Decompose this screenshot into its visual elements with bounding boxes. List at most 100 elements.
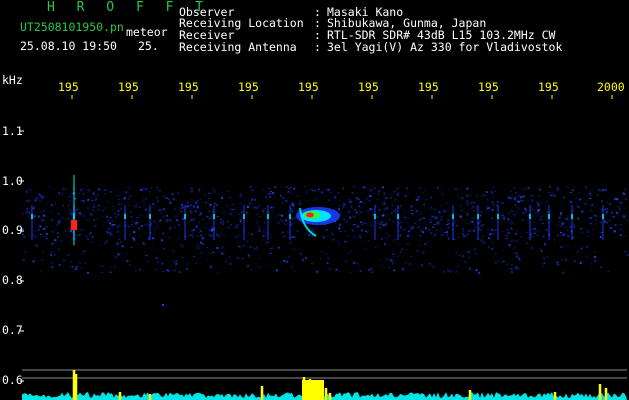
noise-speck	[474, 226, 477, 228]
noise-speck	[392, 250, 394, 252]
noise-speck	[269, 193, 272, 194]
noise-speck	[253, 206, 256, 209]
noise-speck	[494, 191, 497, 193]
noise-speck	[403, 228, 406, 231]
noise-speck	[496, 201, 499, 203]
noise-speck	[465, 200, 468, 202]
noise-speck	[34, 198, 37, 200]
noise-speck	[161, 262, 164, 265]
noise-speck	[293, 187, 296, 190]
ping-core	[289, 214, 291, 219]
noise-speck	[369, 189, 372, 192]
noise-speck	[281, 214, 284, 217]
noise-floor-trace	[22, 392, 627, 400]
noise-speck	[94, 199, 97, 202]
noise-speck	[522, 195, 525, 198]
noise-speck	[321, 191, 323, 194]
noise-speck	[144, 224, 147, 226]
noise-speck	[612, 215, 615, 218]
noise-speck	[115, 256, 118, 259]
noise-speck	[504, 226, 507, 228]
noise-speck	[506, 235, 509, 237]
noise-speck	[159, 219, 162, 222]
noise-speck	[241, 195, 244, 196]
ping-core	[477, 214, 479, 219]
noise-speck	[179, 208, 182, 210]
noise-speck	[522, 188, 525, 190]
noise-speck	[492, 233, 494, 235]
noise-speck	[79, 262, 82, 264]
noise-speck	[491, 209, 494, 211]
noise-speck	[466, 213, 469, 216]
noise-speck	[442, 211, 445, 213]
noise-speck	[506, 263, 509, 266]
noise-speck	[524, 207, 527, 210]
noise-speck	[538, 188, 541, 191]
noise-speck	[338, 223, 341, 226]
noise-speck	[533, 232, 536, 234]
noise-speck	[136, 217, 139, 219]
noise-speck	[287, 190, 290, 193]
noise-speck	[125, 253, 128, 255]
noise-speck	[226, 190, 229, 193]
noise-speck	[130, 221, 133, 222]
noise-speck	[440, 228, 443, 231]
noise-speck	[374, 246, 377, 248]
noise-speck	[94, 224, 97, 227]
noise-speck	[538, 230, 540, 233]
noise-speck	[117, 210, 120, 213]
noise-speck	[222, 212, 225, 213]
noise-speck	[536, 201, 539, 204]
noise-speck	[378, 259, 381, 261]
noise-speck	[595, 204, 598, 206]
noise-speck	[526, 232, 528, 234]
noise-speck	[210, 229, 213, 232]
noise-speck	[394, 209, 397, 211]
noise-speck	[107, 219, 109, 221]
noise-speck	[216, 247, 219, 249]
noise-speck	[173, 270, 176, 272]
noise-speck	[186, 263, 189, 265]
noise-speck	[589, 198, 592, 199]
noise-speck	[172, 260, 175, 262]
noise-speck	[87, 271, 89, 274]
noise-speck	[468, 267, 471, 270]
noise-speck	[53, 202, 56, 205]
noise-speck	[581, 210, 584, 213]
noise-speck	[470, 202, 473, 205]
noise-speck	[80, 213, 83, 216]
noise-speck	[453, 239, 456, 241]
noise-speck	[419, 213, 422, 215]
noise-speck	[379, 227, 381, 228]
noise-speck	[465, 212, 468, 214]
noise-speck	[526, 242, 529, 244]
noise-speck	[600, 200, 603, 202]
noise-speck	[101, 265, 104, 267]
noise-speck	[555, 224, 558, 226]
noise-speck	[435, 229, 438, 232]
noise-speck	[517, 200, 520, 203]
noise-speck	[262, 235, 265, 237]
noise-speck	[429, 221, 432, 223]
noise-speck	[115, 189, 118, 191]
noise-speck	[258, 266, 261, 268]
noise-speck	[433, 234, 436, 237]
noise-speck	[87, 238, 89, 240]
noise-speck	[22, 233, 24, 235]
noise-speck	[476, 195, 479, 198]
noise-speck	[418, 234, 421, 237]
noise-speck	[121, 203, 124, 205]
noise-speck	[487, 228, 490, 230]
noise-speck	[108, 231, 111, 234]
noise-speck	[353, 236, 356, 239]
noise-speck	[329, 192, 332, 194]
noise-speck	[434, 216, 437, 218]
noise-speck	[507, 231, 510, 234]
noise-speck	[285, 200, 288, 203]
noise-speck	[369, 195, 372, 197]
noise-speck	[37, 186, 40, 188]
noise-speck	[111, 206, 114, 207]
noise-speck	[377, 199, 379, 201]
noise-speck	[242, 245, 245, 247]
noise-speck	[475, 252, 478, 255]
